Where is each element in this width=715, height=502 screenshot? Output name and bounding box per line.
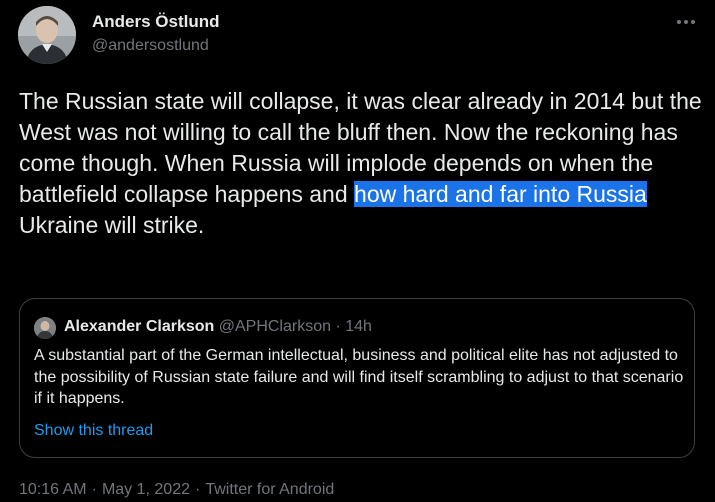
author-avatar[interactable]: [18, 6, 76, 64]
separator-dot: ·: [91, 481, 97, 498]
selected-text-highlight: how hard and far into Russia: [354, 181, 647, 207]
tweet-text-part: Ukraine will strike.: [19, 212, 205, 238]
show-thread-link[interactable]: Show this thread: [34, 422, 153, 440]
quote-text: A substantial part of the German intelle…: [34, 347, 684, 407]
separator-dot: ·: [335, 318, 341, 335]
tweet-metadata: 10:16 AM · May 1, 2022 · Twitter for Android: [19, 481, 334, 499]
tweet-date[interactable]: May 1, 2022: [102, 481, 190, 498]
tweet-text: The Russian state will collapse, it was …: [19, 86, 709, 241]
avatar-photo-icon: [34, 317, 56, 339]
tweet: Anders Östlund @andersostlund The Russia…: [0, 0, 715, 502]
tweet-source: Twitter for Android: [205, 481, 335, 498]
quoted-tweet-card[interactable]: Alexander Clarkson @APHClarkson · 14h A …: [19, 298, 695, 458]
tweet-time[interactable]: 10:16 AM: [19, 481, 87, 498]
avatar-photo-icon: [18, 6, 76, 64]
quote-author-handle: @APHClarkson: [218, 318, 332, 335]
quote-author-avatar: [34, 317, 56, 339]
quote-header: Alexander Clarkson @APHClarkson · 14h: [64, 318, 372, 336]
quote-timestamp: 14h: [345, 318, 372, 335]
author-handle[interactable]: @andersostlund: [92, 37, 209, 55]
author-name[interactable]: Anders Östlund: [92, 12, 220, 32]
more-horizontal-icon[interactable]: [672, 8, 700, 36]
separator-dot: ·: [195, 481, 201, 498]
quote-author-name: Alexander Clarkson: [64, 318, 215, 335]
